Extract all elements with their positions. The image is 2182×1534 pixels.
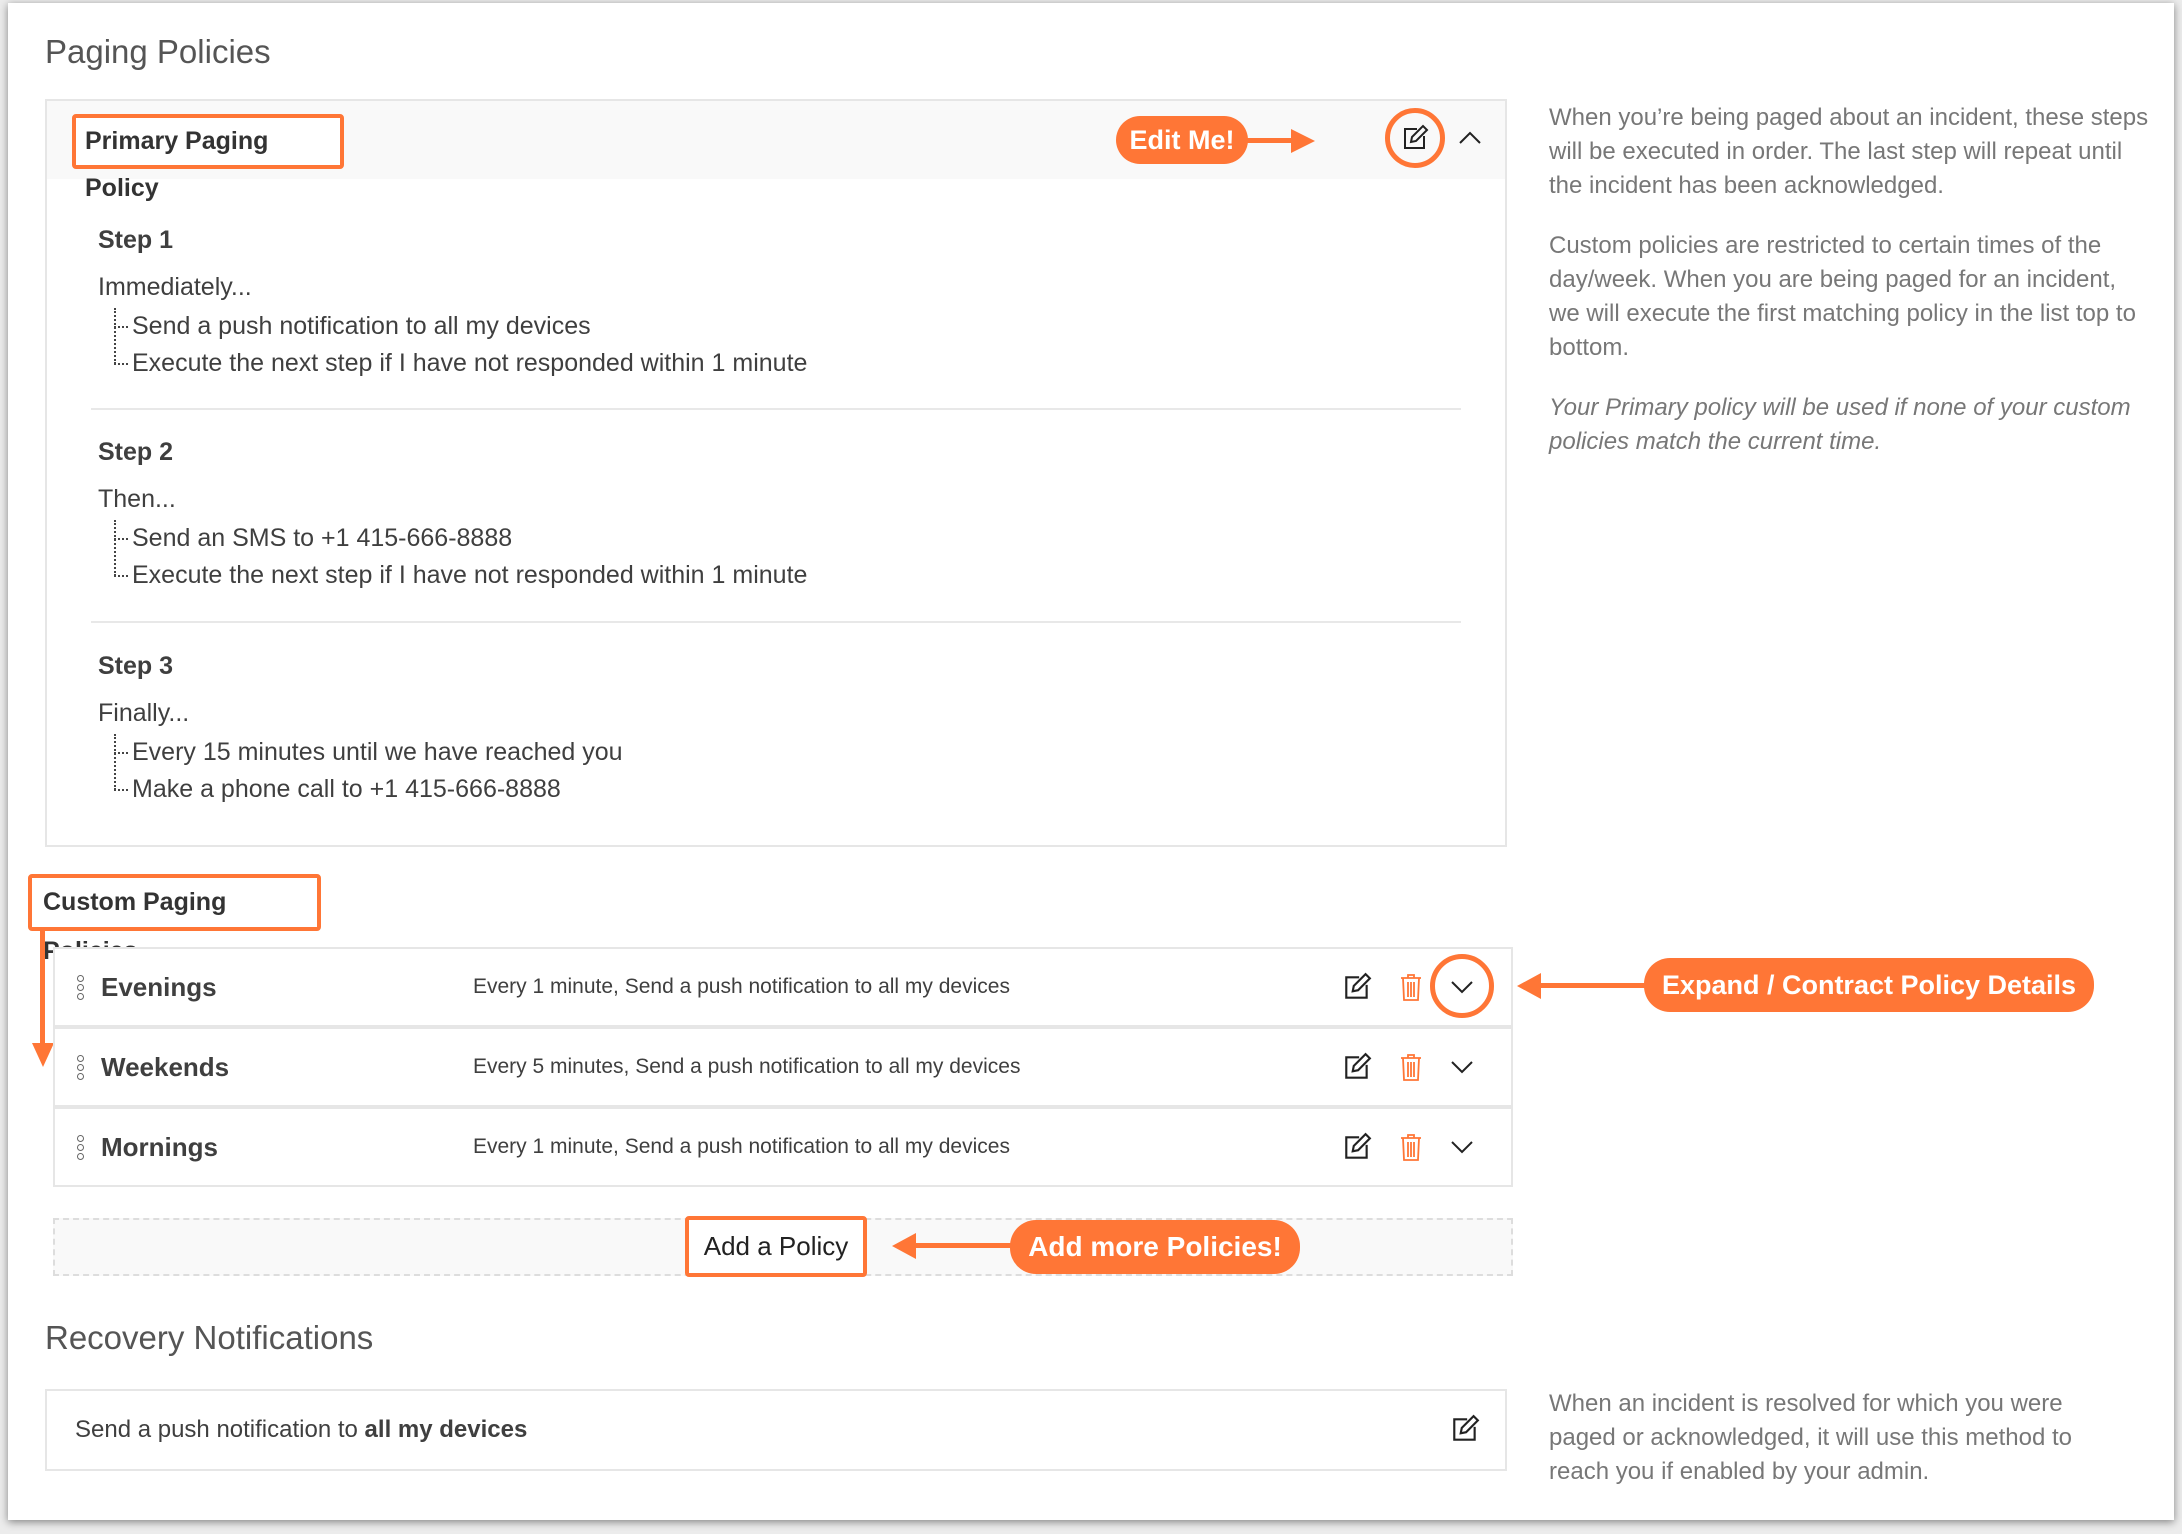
recovery-method: Send a push notification to all my devic… [75,1416,528,1443]
page: Paging Policies Primary Paging Policy Ed… [8,3,2174,1520]
primary-policy-card: Primary Paging Policy Edit Me! Step 1 Im… [45,99,1507,847]
add-more-callout: Add more Policies! [1010,1220,1300,1274]
delete-policy-button[interactable] [1393,1049,1429,1085]
expand-policy-button[interactable] [1444,969,1480,1005]
edit-me-arrowhead [1291,129,1315,153]
step-action: Make a phone call to +1 415-666-8888 [98,771,1398,808]
recovery-card: Send a push notification to all my devic… [45,1389,1507,1471]
policy-name: Weekends [101,1052,230,1082]
expand-arrow [1538,983,1658,988]
step-action: Send an SMS to +1 415-666-8888 [98,520,1398,557]
edit-icon [1345,1052,1372,1079]
step-2: Step 2 Then... Send an SMS to +1 415-666… [98,438,1398,594]
recovery-target: all my devices [364,1416,528,1443]
chevron-down-icon [1451,1141,1473,1154]
custom-policies-arrow [40,929,45,1049]
tree-branch [114,789,128,791]
tree-branch [114,575,128,577]
primary-policy-title-highlight: Primary Paging Policy [72,114,344,202]
custom-policies-arrowhead [32,1043,54,1067]
step-actions: Every 15 minutes until we have reached y… [98,734,1398,808]
tree-branch [114,363,128,365]
policy-row-mornings[interactable]: Mornings Every 1 minute, Send a push not… [53,1107,1513,1187]
step-actions: Send a push notification to all my devic… [98,308,1398,382]
step-lead: Finally... [98,699,190,727]
edit-policy-button[interactable] [1339,1049,1375,1085]
help-paragraph-primary: Your Primary policy will be used if none… [1549,394,2131,455]
help-text: When you’re being paged about an inciden… [1549,101,2149,459]
expand-policy-button[interactable] [1444,1049,1480,1085]
step-divider [91,621,1461,623]
edit-icon [1453,1414,1480,1441]
help-paragraph-custom: Custom policies are restricted to certai… [1549,232,2136,361]
drag-handle-icon[interactable] [77,1055,85,1081]
step-1: Step 1 Immediately... Send a push notifi… [98,226,1398,382]
step-title: Step 2 [98,438,174,466]
step-action: Send a push notification to all my devic… [98,308,1398,345]
step-action: Every 15 minutes until we have reached y… [98,734,1398,771]
policy-description: Every 1 minute, Send a push notification… [473,1135,1010,1158]
step-action: Execute the next step if I have not resp… [98,345,1398,382]
collapse-primary-policy-button[interactable] [1452,120,1488,156]
expand-callout: Expand / Contract Policy Details [1644,958,2094,1012]
policy-description: Every 5 minutes, Send a push notificatio… [473,1055,1021,1078]
chevron-down-icon [1451,981,1473,994]
trash-icon [1401,974,1421,1001]
add-policy-label: Add a Policy [703,1231,849,1261]
step-lead: Then... [98,485,176,513]
edit-me-arrow [1245,138,1295,143]
edit-icon [1345,1132,1372,1159]
edit-policy-button[interactable] [1339,1129,1375,1165]
recovery-title: Recovery Notifications [45,1319,374,1356]
chevron-down-icon [1451,1061,1473,1074]
policy-row-evenings[interactable]: Evenings Every 1 minute, Send a push not… [53,947,1513,1027]
delete-policy-button[interactable] [1393,969,1429,1005]
help-paragraph-steps: When you’re being paged about an inciden… [1549,104,2149,199]
step-divider [91,408,1461,410]
tree-branch [114,752,128,754]
page-title: Paging Policies [45,33,271,70]
expand-policy-button[interactable] [1444,1129,1480,1165]
step-title: Step 1 [98,226,174,254]
tree-branch [114,326,128,328]
policy-description: Every 1 minute, Send a push notification… [473,975,1010,998]
edit-icon [1345,972,1372,999]
edit-primary-policy-button[interactable] [1397,120,1433,156]
edit-icon [1404,124,1429,149]
step-actions: Send an SMS to +1 415-666-8888 Execute t… [98,520,1398,594]
tree-branch [114,538,128,540]
policy-name: Mornings [101,1132,218,1162]
trash-icon [1401,1054,1421,1081]
step-3: Step 3 Finally... Every 15 minutes until… [98,652,1398,808]
delete-policy-button[interactable] [1393,1129,1429,1165]
drag-handle-icon[interactable] [77,1135,85,1161]
edit-me-callout: Edit Me! [1116,116,1248,164]
edit-recovery-button[interactable] [1447,1411,1483,1447]
add-policy-button[interactable]: Add a Policy [685,1216,867,1277]
edit-policy-button[interactable] [1339,969,1375,1005]
policy-name: Evenings [101,972,217,1002]
step-action: Execute the next step if I have not resp… [98,557,1398,594]
drag-handle-icon[interactable] [77,975,85,1001]
recovery-help-text: When an incident is resolved for which y… [1549,1390,2072,1485]
add-more-arrow [913,1243,1023,1248]
trash-icon [1401,1134,1421,1161]
primary-policy-title: Primary Paging Policy [85,127,269,202]
custom-policies-title-highlight: Custom Paging Policies [28,874,321,965]
chevron-up-icon [1459,131,1481,144]
step-lead: Immediately... [98,273,252,301]
step-title: Step 3 [98,652,174,680]
policy-row-weekends[interactable]: Weekends Every 5 minutes, Send a push no… [53,1027,1513,1107]
